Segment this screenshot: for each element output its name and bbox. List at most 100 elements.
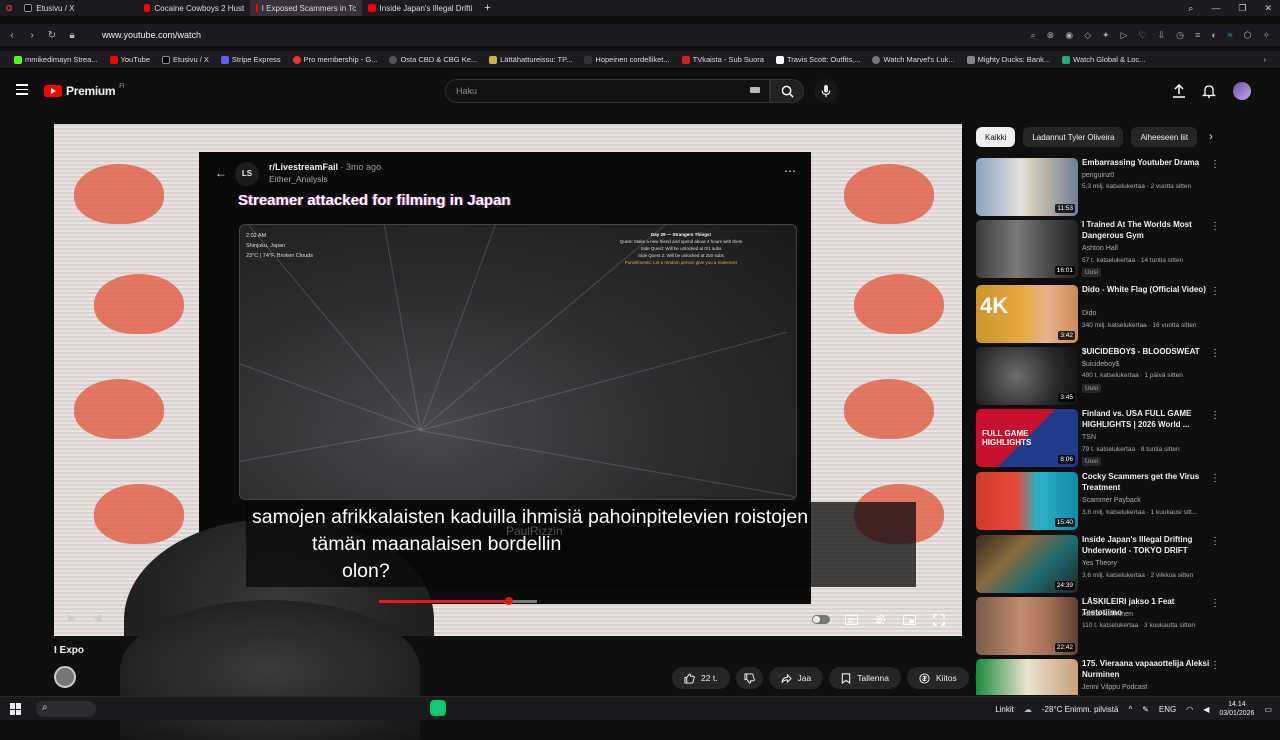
more-options-icon[interactable]: ⋮: [1210, 598, 1220, 609]
vpn-icon[interactable]: ≈: [1228, 30, 1233, 41]
clock[interactable]: 14.14 03/01/2026: [1219, 700, 1254, 718]
channel-avatar[interactable]: [54, 666, 76, 688]
maximize-icon[interactable]: ❐: [1238, 3, 1246, 14]
video-thumbnail[interactable]: 15:40: [976, 472, 1078, 530]
thanks-button[interactable]: Kiitos: [906, 667, 969, 689]
recommendation[interactable]: 3:45 $UICIDEBOY$ - BLOODSWEAT $uicideboy…: [976, 347, 1276, 405]
video-thumbnail[interactable]: 4K 3:42: [976, 285, 1078, 343]
extensions-icon[interactable]: ✦: [1102, 30, 1110, 41]
save-button[interactable]: Tallenna: [829, 667, 901, 689]
wifi-icon[interactable]: ◠: [1186, 705, 1193, 714]
voice-search-button[interactable]: [814, 79, 838, 103]
notifications-icon[interactable]: ▭: [1264, 705, 1272, 714]
forward-icon[interactable]: ›: [22, 30, 42, 41]
url-field[interactable]: www.youtube.com/watch: [102, 30, 201, 40]
volume-icon[interactable]: ◀︎: [94, 613, 102, 624]
more-options-icon[interactable]: ⋮: [1210, 473, 1220, 484]
translate-icon[interactable]: ⊗: [1047, 30, 1055, 41]
progress-bar[interactable]: [379, 597, 537, 605]
taskbar-search[interactable]: ⌕: [36, 701, 96, 717]
recommendation[interactable]: 11:53 Embarrassing Youtuber Drama pengui…: [976, 158, 1276, 216]
bookmark[interactable]: Hopeinen cordelliket...: [578, 55, 675, 64]
bookmark[interactable]: Etusivu / X: [156, 55, 215, 64]
pen-icon[interactable]: ✎: [1142, 705, 1149, 714]
heart-icon[interactable]: ♡: [1138, 30, 1146, 41]
lock-icon[interactable]: 🔒︎: [62, 30, 82, 41]
recommendation[interactable]: FULL GAME HIGHLIGHTS 8:06 Finland vs. USA…: [976, 409, 1276, 467]
bookmark[interactable]: YouTube: [104, 55, 156, 64]
more-options-icon[interactable]: ⋮: [1210, 536, 1220, 547]
new-tab-button[interactable]: +: [478, 0, 496, 16]
subtitles-button[interactable]: [844, 612, 859, 627]
browser-tab[interactable]: Cocaine Cowboys 2 Hust: [138, 0, 250, 16]
ai-icon[interactable]: ✧: [1262, 30, 1270, 41]
weather[interactable]: -28°C Enimm. pilvistä: [1042, 705, 1119, 714]
links-label[interactable]: Linkit: [995, 705, 1014, 714]
video-thumbnail[interactable]: 16:01: [976, 220, 1078, 278]
like-button[interactable]: 22 t.: [672, 667, 730, 689]
close-icon[interactable]: ✕: [1264, 3, 1272, 14]
reload-icon[interactable]: ↻: [42, 30, 62, 41]
search-button[interactable]: [770, 79, 804, 103]
scrubber-handle[interactable]: [504, 597, 513, 605]
bookmark[interactable]: Osta CBD & CBG Ke...: [383, 55, 483, 64]
keyboard-icon[interactable]: [750, 87, 760, 93]
chip-related[interactable]: Aiheeseen liit: [1131, 127, 1198, 147]
autoplay-toggle[interactable]: [812, 615, 830, 624]
video-thumbnail[interactable]: [976, 659, 1078, 695]
chevron-up-icon[interactable]: ^: [1128, 705, 1132, 714]
language[interactable]: ENG: [1159, 705, 1176, 714]
send-icon[interactable]: ▷: [1121, 30, 1128, 41]
video-thumbnail[interactable]: FULL GAME HIGHLIGHTS 8:06: [976, 409, 1078, 467]
bookmark[interactable]: TVkaista - Sub Suora: [676, 55, 770, 64]
more-options-icon[interactable]: ⋮: [1210, 410, 1220, 421]
chip-uploader[interactable]: Ladannut Tyler Oliveira: [1023, 127, 1124, 147]
youtube-logo[interactable]: Premium FI: [44, 84, 125, 98]
browser-tab[interactable]: Etusivu / X: [18, 0, 138, 16]
chip-all[interactable]: Kaikki: [976, 127, 1016, 147]
more-options-icon[interactable]: ⋮: [1210, 348, 1220, 359]
bookmark[interactable]: Watch Marvel's Luk...: [866, 55, 960, 64]
bookmark[interactable]: Lättähattureissu: TP...: [483, 55, 578, 64]
speaker-icon[interactable]: ◀︎: [1203, 705, 1209, 714]
bookmarks-more-icon[interactable]: ›: [1258, 55, 1273, 64]
profile-icon[interactable]: ◐: [1211, 30, 1216, 41]
more-options-icon[interactable]: ⋮: [1210, 660, 1220, 671]
bookmark[interactable]: Stripe Express: [215, 55, 287, 64]
menu-icon[interactable]: ≡: [1195, 30, 1200, 41]
play-icon[interactable]: ▶: [68, 613, 76, 624]
search-input[interactable]: Haku: [445, 79, 770, 103]
fullscreen-button[interactable]: [931, 612, 946, 627]
video-thumbnail[interactable]: 24:39: [976, 535, 1078, 593]
bell-icon[interactable]: [1202, 84, 1216, 98]
browser-tab[interactable]: Inside Japan's Illegal Drifti: [362, 0, 478, 16]
video-thumbnail[interactable]: 22:42: [976, 597, 1078, 655]
cube-icon[interactable]: ⬡: [1244, 30, 1252, 41]
more-options-icon[interactable]: ⋮: [1210, 159, 1220, 170]
chevron-right-icon[interactable]: ›: [1209, 131, 1213, 143]
opera-icon[interactable]: O: [0, 0, 18, 16]
bookmark[interactable]: mmikedimayn Strea...: [8, 55, 104, 64]
recommendation[interactable]: 175. Vieraana vapaaottelija Aleksi Nurmi…: [976, 659, 1276, 695]
browser-tab-active[interactable]: I Exposed Scammers in Tc: [250, 0, 363, 16]
settings-button[interactable]: [873, 612, 888, 627]
video-player[interactable]: ← LS r/LivestreamFail · 3mo ago Either_A…: [54, 124, 962, 636]
account-avatar[interactable]: [1233, 82, 1251, 100]
hamburger-menu-icon[interactable]: [16, 84, 28, 96]
shield-icon[interactable]: ◇: [1084, 30, 1091, 41]
bookmark[interactable]: Watch Global & Loc...: [1056, 55, 1151, 64]
video-thumbnail[interactable]: 11:53: [976, 158, 1078, 216]
minimize-icon[interactable]: —: [1211, 3, 1220, 13]
recommendation[interactable]: 4K 3:42 Dido - White Flag (Official Vide…: [976, 285, 1276, 343]
search-tabs-icon[interactable]: ⌕: [1188, 3, 1193, 14]
upload-icon[interactable]: [1172, 84, 1186, 98]
back-icon[interactable]: ‹: [2, 30, 22, 41]
more-options-icon[interactable]: ⋮: [1210, 286, 1220, 297]
camera-icon[interactable]: ◉: [1065, 30, 1073, 41]
bookmark[interactable]: Travis Scott: Outfits,...: [770, 55, 867, 64]
recommendation[interactable]: 16:01 I Trained At The Worlds Most Dange…: [976, 220, 1276, 278]
recommendation[interactable]: 22:42 LÄSKILEIRI jakso 1 Feat Testotiimo…: [976, 597, 1276, 655]
miniplayer-button[interactable]: [902, 612, 917, 627]
windows-start-icon[interactable]: [10, 703, 22, 715]
download-icon[interactable]: ⇩: [1158, 30, 1166, 41]
